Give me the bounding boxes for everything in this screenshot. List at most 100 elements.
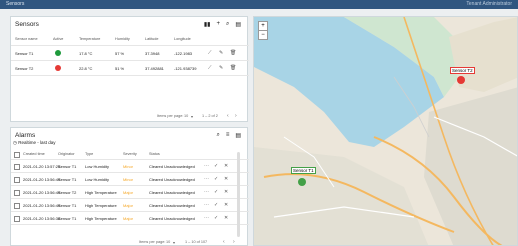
delete-icon[interactable]: 🗑 — [230, 65, 236, 71]
add-icon[interactable]: + — [216, 21, 220, 28]
row-checkbox[interactable] — [14, 177, 20, 183]
status: Cleared Unacknowledged — [149, 203, 195, 208]
type: High Temperature — [85, 203, 117, 208]
edit-icon[interactable]: ✎ — [219, 50, 223, 56]
row-checkbox[interactable] — [14, 203, 20, 209]
longitude: -122.1983 — [174, 51, 193, 56]
more-icon[interactable]: ⋯ — [204, 189, 209, 195]
originator: Sensor T1 — [58, 177, 77, 182]
page-range: 1 – 2 of 2 — [202, 114, 218, 118]
sensors-toolbar: ▮▮ + ⌕ ▤ — [204, 21, 241, 28]
latitude: 37.3948 — [145, 51, 160, 56]
status: Cleared Unacknowledged — [149, 164, 195, 169]
alarms-panel: Alarms ◷ Realtime - last day ⌕ ≡ ▤ Creat… — [10, 127, 249, 246]
prev-page-icon[interactable]: ‹ — [227, 113, 229, 119]
marker-label-t1[interactable]: Sensor T1 — [291, 167, 316, 174]
clear-icon[interactable]: ✕ — [224, 189, 228, 195]
severity: Minor — [123, 177, 134, 182]
chevron-down-icon[interactable]: ▾ — [191, 114, 193, 119]
col-status[interactable]: Status — [149, 152, 160, 156]
col-longitude[interactable]: Longitude — [174, 37, 191, 41]
temperature: 17.8 °C — [79, 51, 93, 56]
zoom-out-button[interactable]: − — [258, 30, 268, 40]
ack-icon[interactable]: ✓ — [214, 163, 218, 169]
active-indicator — [55, 50, 61, 56]
alarms-toolbar: ⌕ ≡ ▤ — [216, 132, 241, 139]
search-icon[interactable]: ⌕ — [216, 132, 219, 139]
latitude: 37.492881 — [145, 66, 164, 71]
divider — [11, 45, 249, 46]
clear-icon[interactable]: ✕ — [224, 163, 228, 169]
select-all-checkbox[interactable] — [14, 152, 20, 158]
severity: Major — [123, 190, 134, 195]
more-icon[interactable]: ⋯ — [204, 202, 209, 208]
originator: Sensor T1 — [58, 203, 77, 208]
originator: Sensor T1 — [58, 164, 77, 169]
ack-icon[interactable]: ✓ — [214, 215, 218, 221]
chevron-down-icon[interactable]: ▾ — [173, 240, 175, 245]
ack-icon[interactable]: ✓ — [214, 189, 218, 195]
col-temperature[interactable]: Temperature — [79, 37, 100, 41]
sensor-t2-marker-icon — [457, 76, 465, 84]
severity: Major — [123, 216, 134, 221]
ack-icon[interactable]: ✓ — [214, 176, 218, 182]
longitude: -121.938739 — [174, 66, 197, 71]
clear-icon[interactable]: ✕ — [224, 176, 228, 182]
created-time: 2021-01-20 13:56:38 — [23, 216, 61, 221]
col-severity[interactable]: Severity — [123, 152, 137, 156]
sensors-panel: Sensors ▮▮ + ⌕ ▤ Sensor name Active Temp… — [10, 16, 249, 122]
humidity: 57 % — [115, 51, 125, 56]
columns-icon[interactable]: ▮▮ — [204, 21, 211, 28]
humidity: 51 % — [115, 66, 125, 71]
next-page-icon[interactable]: › — [235, 113, 237, 119]
edit-icon[interactable]: ✎ — [219, 65, 223, 71]
severity: Major — [123, 203, 134, 208]
originator: Sensor T2 — [58, 190, 77, 195]
filter-icon[interactable]: ≡ — [226, 132, 230, 139]
map-view[interactable]: + − Sensor T2 Sensor T1 — [253, 16, 518, 246]
page-size-select[interactable]: 10 — [184, 114, 188, 118]
status: Cleared Unacknowledged — [149, 177, 195, 182]
clear-icon[interactable]: ✕ — [224, 215, 228, 221]
next-page-icon[interactable]: › — [233, 239, 235, 245]
col-created-time[interactable]: Created time — [23, 152, 45, 156]
filter-label[interactable]: ◷ Realtime - last day — [13, 140, 55, 146]
col-active[interactable]: Active — [53, 37, 63, 41]
scrollbar[interactable] — [237, 152, 240, 237]
clock-icon: ◷ — [13, 140, 17, 145]
more-icon[interactable]: ⋯ — [204, 215, 209, 221]
col-humidity[interactable]: Humidity — [115, 37, 130, 41]
export-icon[interactable]: ▤ — [235, 132, 241, 139]
alarms-title: Alarms — [15, 132, 36, 139]
prev-page-icon[interactable]: ‹ — [223, 239, 225, 245]
search-icon[interactable]: ⌕ — [226, 21, 229, 28]
col-latitude[interactable]: Latitude — [145, 37, 159, 41]
page-range: 1 – 10 of 107 — [185, 240, 208, 244]
col-originator[interactable]: Originator — [58, 152, 75, 156]
map-canvas[interactable] — [254, 17, 518, 246]
clear-icon[interactable]: ✕ — [224, 202, 228, 208]
col-type[interactable]: Type — [85, 152, 93, 156]
filter-value: Realtime - last day — [18, 140, 56, 145]
page-size-select[interactable]: 10 — [166, 240, 170, 244]
type: Low Humidity — [85, 164, 110, 169]
chart-icon[interactable]: ⟋ — [208, 50, 212, 56]
export-icon[interactable]: ▤ — [235, 21, 241, 28]
marker-label-t2[interactable]: Sensor T2 — [450, 67, 475, 74]
app-title: Sensors — [6, 1, 25, 7]
row-checkbox[interactable] — [14, 190, 20, 196]
ack-icon[interactable]: ✓ — [214, 202, 218, 208]
type: High Temperature — [85, 216, 117, 221]
items-per-page-label: Items per page: — [139, 240, 166, 244]
delete-icon[interactable]: 🗑 — [230, 50, 236, 56]
row-checkbox[interactable] — [14, 216, 20, 222]
col-sensor-name[interactable]: Sensor name — [15, 37, 38, 41]
more-icon[interactable]: ⋯ — [204, 163, 209, 169]
more-icon[interactable]: ⋯ — [204, 176, 209, 182]
row-checkbox[interactable] — [14, 164, 20, 170]
chart-icon[interactable]: ⟋ — [208, 65, 212, 71]
sensor-t1-marker-icon — [298, 178, 306, 186]
user-name[interactable]: Tenant Administrator — [466, 1, 512, 7]
divider — [11, 198, 249, 199]
type: High Temperature — [85, 190, 117, 195]
